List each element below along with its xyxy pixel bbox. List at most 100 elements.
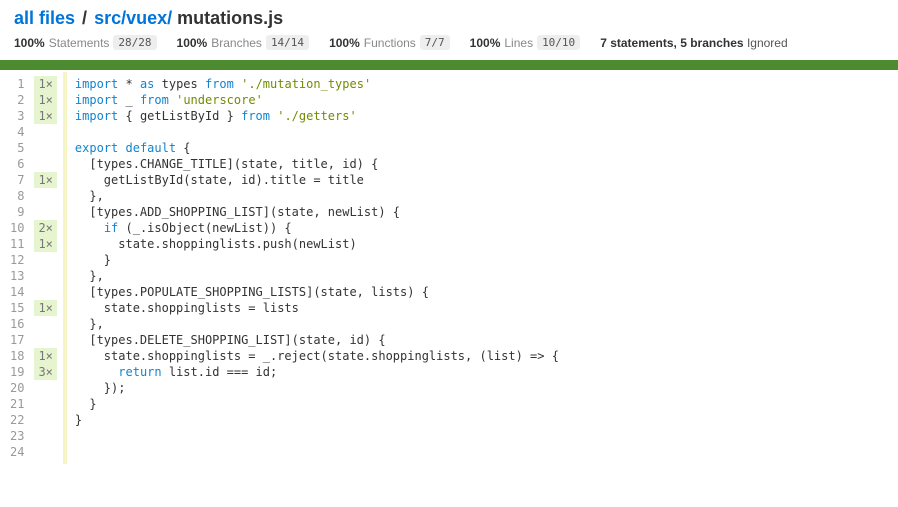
hit-count-empty: [34, 188, 56, 204]
code-line: },: [75, 268, 559, 284]
code-line: if (_.isObject(newList)) {: [75, 220, 559, 236]
stat-lines-fraction: 10/10: [537, 35, 580, 50]
hit-count-empty: [34, 140, 56, 156]
hit-count-empty: [34, 316, 56, 332]
hit-count-empty: [34, 444, 56, 460]
code-line: state.shoppinglists = lists: [75, 300, 559, 316]
line-number: 8: [10, 188, 24, 204]
hit-count: 1×: [34, 348, 56, 364]
line-number: 23: [10, 428, 24, 444]
code-line: }: [75, 396, 559, 412]
code-line: [types.DELETE_SHOPPING_LIST](state, id) …: [75, 332, 559, 348]
breadcrumb-folder-link[interactable]: src/vuex/: [94, 8, 172, 28]
code-line: [types.POPULATE_SHOPPING_LISTS](state, l…: [75, 284, 559, 300]
hit-count-empty: [34, 156, 56, 172]
line-number: 4: [10, 124, 24, 140]
stat-functions-fraction: 7/7: [420, 35, 450, 50]
line-number: 5: [10, 140, 24, 156]
report-header: all files / src/vuex/ mutations.js 100% …: [0, 0, 898, 50]
code-line: },: [75, 188, 559, 204]
breadcrumb: all files / src/vuex/ mutations.js: [14, 8, 884, 29]
stat-statements-pct: 100%: [14, 36, 45, 50]
hit-count: 1×: [34, 108, 56, 124]
hit-count-empty: [34, 412, 56, 428]
line-number: 24: [10, 444, 24, 460]
line-number: 16: [10, 316, 24, 332]
line-number: 11: [10, 236, 24, 252]
line-number: 13: [10, 268, 24, 284]
hit-count-empty: [34, 268, 56, 284]
code-line: [75, 124, 559, 140]
hit-count-empty: [34, 124, 56, 140]
hit-count: 1×: [34, 236, 56, 252]
code-line: return list.id === id;: [75, 364, 559, 380]
hit-count-empty: [34, 284, 56, 300]
code-line: },: [75, 316, 559, 332]
line-number: 22: [10, 412, 24, 428]
code-line: }: [75, 412, 559, 428]
stat-branches-label: Branches: [211, 36, 262, 50]
stat-lines: 100% Lines 10/10: [470, 35, 581, 50]
stat-statements-fraction: 28/28: [113, 35, 156, 50]
stat-branches-pct: 100%: [177, 36, 208, 50]
hit-count-empty: [34, 332, 56, 348]
hit-count: 1×: [34, 172, 56, 188]
hit-count: 1×: [34, 92, 56, 108]
line-number: 7: [10, 172, 24, 188]
hit-count-empty: [34, 204, 56, 220]
hit-count: 1×: [34, 76, 56, 92]
code-line: [75, 444, 559, 460]
stat-branches: 100% Branches 14/14: [177, 35, 310, 50]
hit-count-empty: [34, 252, 56, 268]
code-line: export default {: [75, 140, 559, 156]
line-number: 21: [10, 396, 24, 412]
hit-count-empty: [34, 428, 56, 444]
stat-functions-label: Functions: [364, 36, 416, 50]
code-line: });: [75, 380, 559, 396]
code-line: import { getListById } from './getters': [75, 108, 559, 124]
line-number-gutter: 123456789101112131415161718192021222324: [0, 72, 28, 464]
stat-statements: 100% Statements 28/28: [14, 35, 157, 50]
line-number: 12: [10, 252, 24, 268]
breadcrumb-root-link[interactable]: all files: [14, 8, 75, 28]
line-number: 1: [10, 76, 24, 92]
line-number: 18: [10, 348, 24, 364]
code-line: state.shoppinglists.push(newList): [75, 236, 559, 252]
code-line: getListById(state, id).title = title: [75, 172, 559, 188]
code-line: [75, 428, 559, 444]
line-number: 20: [10, 380, 24, 396]
stat-ignored-suffix: Ignored: [747, 36, 788, 50]
line-number: 9: [10, 204, 24, 220]
hit-count-gutter: 1×1×1× 1× 2×1× 1× 1×3×: [28, 72, 62, 464]
stat-functions-pct: 100%: [329, 36, 360, 50]
coverage-marker-gutter: [63, 72, 67, 464]
hit-count: 3×: [34, 364, 56, 380]
code-line: import _ from 'underscore': [75, 92, 559, 108]
hit-count-empty: [34, 396, 56, 412]
line-number: 3: [10, 108, 24, 124]
source-code: import * as types from './mutation_types…: [75, 72, 559, 464]
line-number: 17: [10, 332, 24, 348]
stat-functions: 100% Functions 7/7: [329, 35, 450, 50]
breadcrumb-separator: /: [82, 8, 87, 28]
line-number: 15: [10, 300, 24, 316]
hit-count: 2×: [34, 220, 56, 236]
code-line: state.shoppinglists = _.reject(state.sho…: [75, 348, 559, 364]
code-line: import * as types from './mutation_types…: [75, 76, 559, 92]
line-number: 10: [10, 220, 24, 236]
stat-branches-fraction: 14/14: [266, 35, 309, 50]
stat-lines-label: Lines: [504, 36, 533, 50]
breadcrumb-current-file: mutations.js: [177, 8, 283, 28]
line-number: 14: [10, 284, 24, 300]
code-line: }: [75, 252, 559, 268]
stat-statements-label: Statements: [49, 36, 110, 50]
stat-ignored: 7 statements, 5 branches Ignored: [600, 36, 787, 50]
line-number: 19: [10, 364, 24, 380]
coverage-stats-row: 100% Statements 28/28 100% Branches 14/1…: [14, 35, 884, 50]
code-line: [types.ADD_SHOPPING_LIST](state, newList…: [75, 204, 559, 220]
code-line: [types.CHANGE_TITLE](state, title, id) {: [75, 156, 559, 172]
line-number: 2: [10, 92, 24, 108]
code-viewer: 123456789101112131415161718192021222324 …: [0, 72, 898, 464]
coverage-bar: [0, 60, 898, 70]
stat-ignored-counts: 7 statements, 5 branches: [600, 36, 743, 50]
